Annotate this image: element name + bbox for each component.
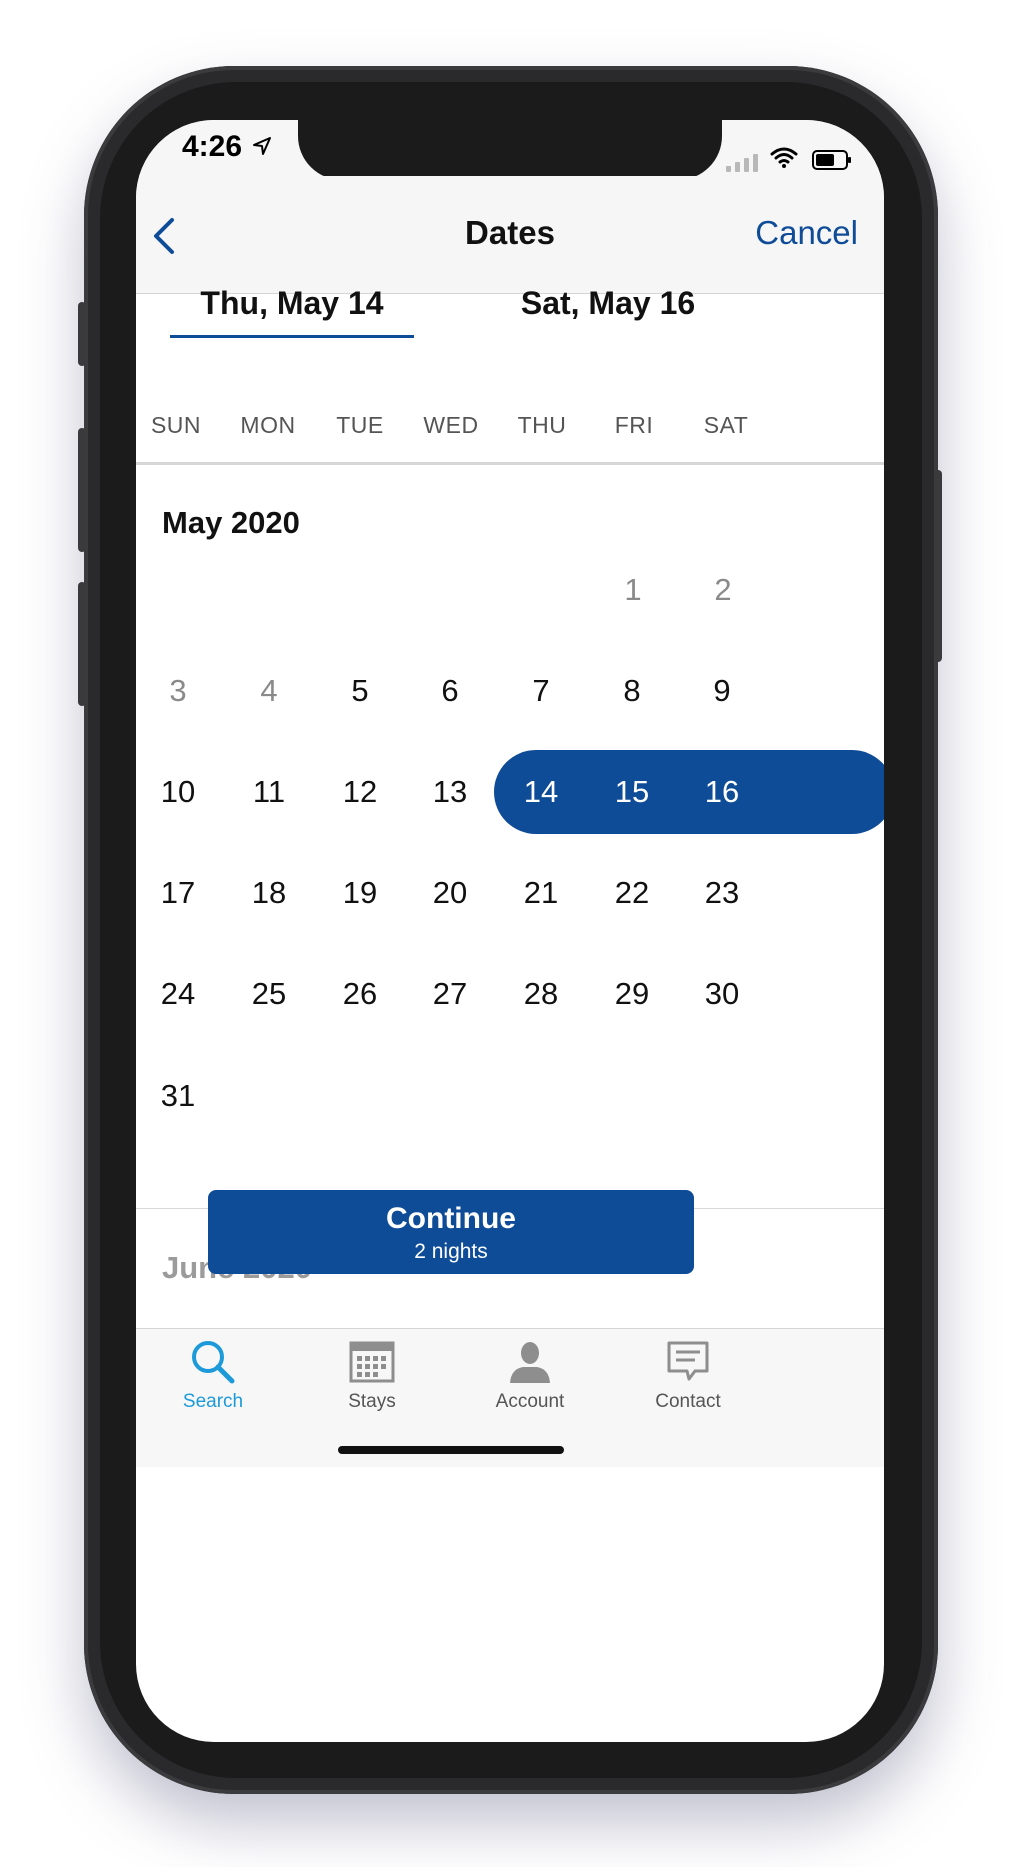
signal-icon [726, 152, 758, 172]
nights-count-label: 2 nights [414, 1240, 488, 1263]
calendar-day[interactable]: 31 [136, 1066, 232, 1126]
wifi-icon [770, 147, 798, 168]
check-out-date-label: Sat, May 16 [520, 285, 696, 321]
screen: 4:26 Dates Cancel Thu, May 14 Sat, May 1… [136, 120, 884, 1742]
check-in-date-tab[interactable]: Thu, May 14 [170, 285, 414, 338]
battery-icon [812, 150, 851, 170]
tab-stays-label: Stays [348, 1391, 396, 1412]
calendar-day-selected[interactable]: 16 [668, 762, 776, 822]
active-tab-underline [170, 335, 414, 338]
home-indicator [338, 1446, 564, 1454]
status-time: 4:26 [182, 130, 243, 163]
check-out-date-tab[interactable]: Sat, May 16 [486, 285, 730, 322]
notch [298, 120, 722, 180]
location-arrow-icon [253, 137, 271, 155]
person-icon [510, 1342, 550, 1383]
continue-button[interactable]: Continue 2 nights [208, 1190, 694, 1274]
navigation-bar: Dates Cancel [136, 176, 884, 294]
status-bar: 4:26 [136, 120, 884, 180]
mute-switch [78, 302, 86, 366]
calendar-day[interactable]: 23 [668, 863, 776, 923]
volume-down-button [78, 582, 86, 706]
continue-label: Continue [386, 1202, 516, 1235]
check-in-date-label: Thu, May 14 [200, 285, 384, 321]
cancel-button[interactable]: Cancel [755, 214, 858, 252]
calendar-day[interactable]: 2 [669, 560, 777, 620]
tab-account[interactable]: Account [450, 1329, 610, 1439]
calendar-icon [349, 1341, 395, 1383]
month-title: May 2020 [162, 505, 300, 540]
calendar-day[interactable]: 9 [668, 661, 776, 721]
volume-up-button [78, 428, 86, 552]
tab-search-label: Search [182, 1391, 244, 1412]
calendar-day[interactable]: 30 [668, 964, 776, 1024]
tab-contact[interactable]: Contact [608, 1329, 768, 1439]
tab-contact-label: Contact [655, 1391, 721, 1412]
weekday-header: SUN MON TUE WED THU FRI SAT [136, 412, 884, 465]
tab-account-label: Account [495, 1391, 565, 1412]
chat-icon [667, 1341, 709, 1381]
search-icon [192, 1341, 235, 1384]
tab-search[interactable]: Search [136, 1329, 293, 1439]
power-button [934, 470, 942, 662]
tab-stays[interactable]: Stays [292, 1329, 452, 1439]
weekday-sat: SAT [703, 412, 749, 438]
